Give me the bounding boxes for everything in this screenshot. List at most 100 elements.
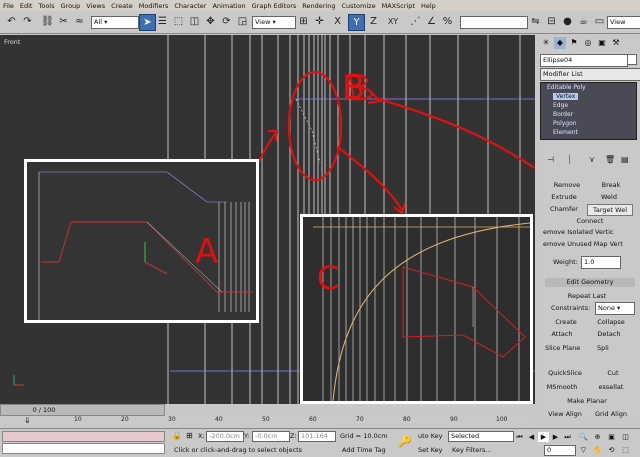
undo-icon[interactable]: ↶ [4,14,19,29]
hierarchy-tab-icon[interactable]: ⚑ [568,37,580,49]
create-button[interactable]: Create [547,317,585,327]
window-crossing-icon[interactable]: ◫ [187,14,202,29]
menu-create[interactable]: Create [108,2,136,10]
key-mode-icon[interactable]: ⇓ [24,416,34,428]
menu-help[interactable]: Help [418,2,439,10]
render-preset-dropdown[interactable]: View [607,16,640,29]
break-button[interactable]: Break [591,180,631,190]
attach-button[interactable]: Attach [545,329,579,339]
remove-isolated-vertices-button[interactable]: emove Isolated Vertic [543,228,614,236]
remove-modifier-icon[interactable]: 🗑 [605,155,615,164]
absolute-mode-icon[interactable]: ⊞ [186,431,193,440]
add-time-tag[interactable]: Add Time Tag [342,446,386,454]
object-color-swatch[interactable] [627,54,637,65]
maxscript-listener-pink[interactable] [2,431,165,442]
next-frame-icon[interactable]: ▶ [550,432,561,442]
tessellate-button[interactable]: essellat [591,382,631,392]
axis-z-button[interactable]: Z [366,14,381,29]
stack-item-editable-poly[interactable]: Editable Poly [547,84,586,91]
axis-xy-button[interactable]: XY [384,14,402,29]
select-by-name-icon[interactable]: ☰ [155,14,170,29]
goto-end-icon[interactable]: ⏭ [562,432,573,442]
extrude-button[interactable]: Extrude [547,192,581,202]
connect-button[interactable]: Connect [567,216,613,226]
render-frame-icon[interactable]: ▭ [592,14,607,29]
angle-snap-icon[interactable]: ∠ [424,14,439,29]
axis-x-button[interactable]: X [330,14,345,29]
show-end-result-icon[interactable]: ⏐ [567,155,572,165]
time-slider[interactable]: 0 / 100 [0,404,165,416]
menu-modifiers[interactable]: Modifiers [136,2,172,10]
remove-button[interactable]: Remove [547,180,587,190]
msmooth-button[interactable]: MSmooth [545,382,579,392]
pin-stack-icon[interactable]: ⊣ [547,155,554,164]
pivot-center-icon[interactable]: ⊞ [296,14,311,29]
rotate-icon[interactable]: ⟳ [219,14,234,29]
front-viewport[interactable]: Front A B C [0,35,535,404]
material-editor-icon[interactable]: ● [560,14,575,29]
menu-views[interactable]: Views [83,2,108,10]
zoom-icon[interactable]: 🔍 [578,432,589,442]
zoom-extents-all-icon[interactable]: ◫ [620,432,631,442]
scale-icon[interactable]: ◲ [235,14,250,29]
snap-toggle-icon[interactable]: ⋰ [408,14,423,29]
reference-coordinate-dropdown[interactable]: View ▾ [252,16,296,29]
stack-item-element[interactable]: Element [553,129,578,136]
select-manipulate-icon[interactable]: ✛ [312,14,327,29]
maxscript-listener-white[interactable] [2,443,165,454]
configure-sets-icon[interactable]: ▤ [621,155,629,164]
collapse-button[interactable]: Collapse [589,317,633,327]
stack-item-vertex[interactable]: Vertex [553,93,579,100]
menu-rendering[interactable]: Rendering [299,2,338,10]
menu-tools[interactable]: Tools [35,2,57,10]
bind-space-warp-icon[interactable]: ≈ [72,14,87,29]
y-coord-field[interactable]: -0.0cm [252,431,290,442]
goto-start-icon[interactable]: ⏮ [514,432,525,442]
menu-animation[interactable]: Animation [209,2,248,10]
stack-item-border[interactable]: Border [553,111,573,118]
maximize-viewport-icon[interactable]: ⬚ [620,445,631,455]
weld-button[interactable]: Weld [593,192,625,202]
prev-frame-icon[interactable]: ◀ [526,432,537,442]
stack-item-edge[interactable]: Edge [553,102,568,109]
constraints-dropdown[interactable]: None ▾ [595,302,635,315]
z-coord-field[interactable]: 101.164 [298,431,336,442]
auto-key-button[interactable]: uto Key [418,432,443,440]
menu-graph-editors[interactable]: Graph Editors [249,2,300,10]
slice-plane-button[interactable]: Slice Plane [545,344,580,352]
unlink-icon[interactable]: ✂ [56,14,71,29]
edit-geometry-rollout[interactable]: Edit Geometry [545,278,635,287]
set-key-button[interactable]: Set Key [418,446,443,454]
menu-character[interactable]: Character [171,2,209,10]
arc-rotate-icon[interactable]: ⟲ [606,445,617,455]
menu-edit[interactable]: Edit [17,2,36,10]
current-frame-field[interactable]: 0 [544,445,576,456]
make-planar-button[interactable]: Make Planar [559,396,615,406]
selection-filter-dropdown[interactable]: All ▾ [91,16,139,29]
track-bar[interactable]: ⇓ 10 20 30 40 50 60 70 80 90 100 [0,416,535,428]
modifier-stack[interactable]: Editable Poly Vertex Edge Border Polygon… [540,82,637,140]
view-align-button[interactable]: View Align [543,409,587,419]
detach-button[interactable]: Detach [589,329,629,339]
move-icon[interactable]: ✥ [203,14,218,29]
redo-icon[interactable]: ↷ [20,14,35,29]
remove-unused-map-verts-button[interactable]: emove Unused Map Vert [543,240,623,248]
grid-align-button[interactable]: Grid Align [589,409,633,419]
make-unique-icon[interactable]: ⋎ [589,155,595,164]
play-icon[interactable]: ▶ [538,432,549,442]
selected-dropdown[interactable]: Selected [448,431,514,442]
key-filters-button[interactable]: Key Filters... [452,446,492,454]
menu-file[interactable]: File [0,2,17,10]
key-icon[interactable]: 🔑 [398,435,412,448]
motion-tab-icon[interactable]: ◎ [582,37,594,49]
x-coord-field[interactable]: -200.0cm [206,431,244,442]
menu-customize[interactable]: Customize [338,2,378,10]
select-link-icon[interactable]: ⛓ [40,14,55,29]
create-tab-icon[interactable]: ✳ [540,37,552,49]
lock-selection-icon[interactable]: 🔒 [172,431,182,440]
split-checkbox[interactable]: Spli [597,344,609,352]
field-of-view-icon[interactable]: ▽ [578,445,589,455]
region-select-icon[interactable]: ⬚ [171,14,186,29]
render-setup-icon[interactable]: ☕ [576,14,591,29]
stack-item-polygon[interactable]: Polygon [553,120,577,127]
